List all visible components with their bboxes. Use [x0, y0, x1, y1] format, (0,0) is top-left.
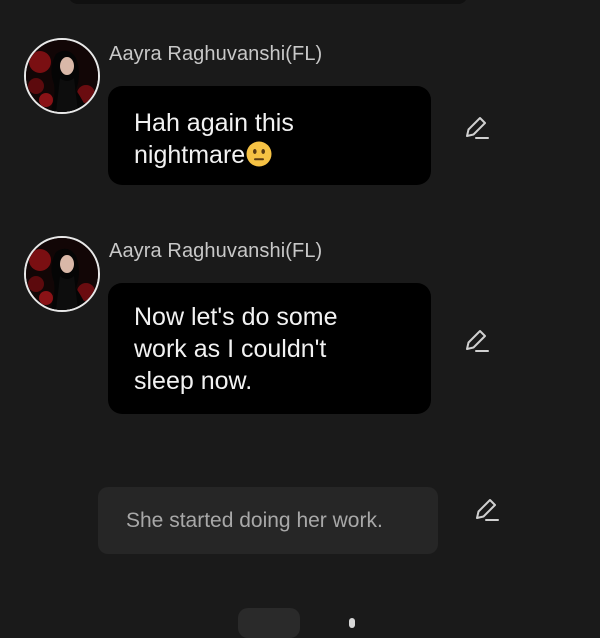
avatar[interactable]: [24, 38, 100, 114]
neutral-face-emoji: [246, 141, 272, 175]
message-bubble: Hah again this nightmare: [108, 86, 431, 185]
avatar-image: [26, 238, 98, 310]
sender-name: Aayra Raghuvanshi(FL): [109, 43, 323, 65]
message-bubble: Now let's do some work as I couldn't sle…: [108, 283, 431, 414]
pencil-edit-icon[interactable]: [462, 113, 492, 143]
sender-name: Aayra Raghuvanshi(FL): [109, 240, 323, 262]
message-text: Now let's do some work as I couldn't sle…: [134, 303, 338, 395]
message-text: Hah again this nightmare: [134, 107, 405, 175]
next-item-edge: [238, 608, 300, 638]
next-item-icon: [349, 618, 355, 628]
avatar[interactable]: [24, 236, 100, 312]
pencil-edit-icon[interactable]: [472, 495, 502, 525]
narration-bubble: She started doing her work.: [98, 487, 438, 554]
pencil-edit-icon[interactable]: [462, 326, 492, 356]
previous-message-bubble-edge: [68, 0, 468, 4]
avatar-image: [26, 40, 98, 112]
narration-text: She started doing her work.: [126, 508, 383, 532]
